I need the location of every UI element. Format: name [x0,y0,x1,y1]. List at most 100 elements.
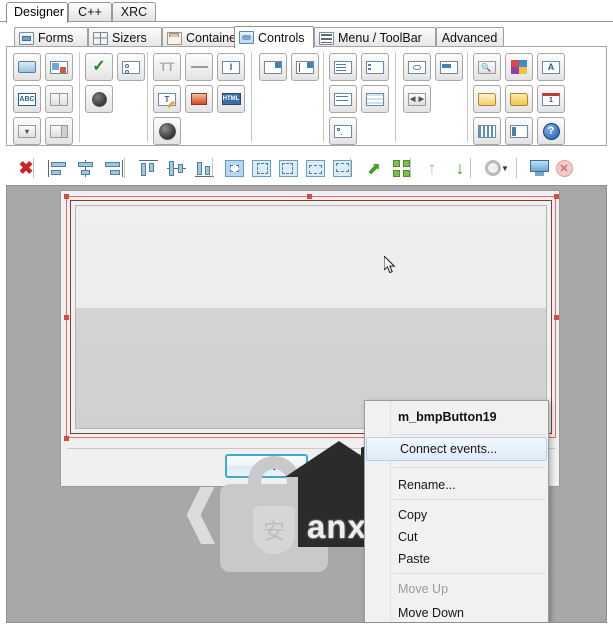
context-menu-item-label: Rename... [398,478,456,492]
palette-wxFontPicker[interactable]: A [537,53,565,81]
editor-toolbar: ✖ ⬈ ↑ ↓ ▼ ✕ [0,152,613,185]
resize-handle-bottom-left[interactable] [64,436,69,441]
palette-wxGrid[interactable] [361,85,389,113]
palette-wxFilePicker[interactable] [473,85,501,113]
palette-wxSearchCtrl[interactable]: 🔍 [473,53,501,81]
stop-red-icon: ✕ [555,159,573,177]
combo-icon [264,60,282,74]
design-canvas[interactable]: ❰❱❰❱ OK Cancel [6,185,607,623]
context-menu-item-rename[interactable]: Rename... [365,473,548,497]
resize-handle-top-right[interactable] [554,194,559,199]
resize-handle-top-left[interactable] [64,194,69,199]
palette-wxToggleButton[interactable] [45,85,73,113]
resize-handle-right[interactable] [554,315,559,320]
toolbar-border-left[interactable] [249,156,273,180]
palette-group-picker-controls: 🔍 A 1 ? [467,49,579,145]
context-menu-divider [393,434,545,435]
palette-wxSpinCtrl[interactable]: ▾ [13,117,41,145]
tab-advanced[interactable]: Advanced [436,27,504,48]
border-bottom-icon [332,159,352,177]
toolbar-align-left[interactable] [45,156,69,180]
tab-controls[interactable]: Controls [234,26,314,48]
palette-wxRichTextCtrl[interactable]: T [153,85,181,113]
resize-handle-top[interactable] [307,194,312,199]
palette-wxCheckListBox[interactable] [361,53,389,81]
HTML-icon: HTML [221,93,241,105]
palette-wxTextCtrl[interactable]: I [217,53,245,81]
toolbar-align-center-vertical[interactable] [164,156,188,180]
colour-icon [511,60,527,74]
palette-wxDatePicker[interactable]: 1 [537,85,565,113]
ok-button[interactable]: OK [225,454,308,478]
toolbar-align-top[interactable] [136,156,160,180]
palette-wxStaticBitmap[interactable] [153,117,181,145]
palette-wxDirPicker[interactable] [505,85,533,113]
textbox-icon: I [222,60,240,74]
palette-wxStaticTextDisabled[interactable]: TT [153,53,181,81]
toolbar-separator [516,158,517,178]
palette-wxComboBox[interactable] [259,53,287,81]
palette-wxGauge[interactable] [435,53,463,81]
palette-wxHelpButton[interactable]: ? [537,117,565,145]
toolbar-settings-dropdown[interactable]: ▼ [499,156,511,180]
tab-xrc[interactable]: XRC [112,2,156,22]
palette-wxStaticText[interactable]: ABC [13,85,41,113]
grad-icon [191,93,207,105]
tab-cpp[interactable]: C++ [68,2,112,22]
palette-wxPropertyGrid[interactable] [505,117,533,145]
palette-wxGradient[interactable] [185,85,213,113]
toolbar-border-top[interactable] [303,156,327,180]
palette-wxTreeCtrl[interactable] [329,117,357,145]
scroll-icon: ◀ ▶ [408,92,426,106]
palette-group-combo-choice [251,49,324,145]
tree-icon [334,124,352,138]
toolbar-border-all[interactable] [222,156,246,180]
tab-forms[interactable]: Forms [14,27,88,48]
toolbar-align-center-horizontal[interactable] [73,156,97,180]
context-menu-item-label: Copy [398,508,428,522]
palette-wxColourPicker[interactable] [505,53,533,81]
tab-designer[interactable]: Designer [6,2,68,23]
tab-menu-toolbar[interactable]: Menu / ToolBar [314,27,436,48]
context-menu-item-connect-events[interactable]: Connect events... [366,437,547,461]
context-menu[interactable]: m_bmpButton19 Connect events... Rename..… [364,400,549,622]
palette-wxSplitter[interactable] [45,117,73,145]
listbox-icon [334,60,352,74]
window-frame-left [0,46,6,629]
palette-wxChoice[interactable] [291,53,319,81]
palette-wxCheckBox[interactable]: ✓ [85,53,113,81]
context-menu-item-cut[interactable]: Cut [365,525,548,549]
align-right-icon [104,159,123,177]
resize-handle-left[interactable] [64,315,69,320]
toolbar-preview-form[interactable] [527,156,551,180]
palette-wxListCtrl[interactable] [329,85,357,113]
context-menu-item-move-down[interactable]: Move Down [365,601,548,622]
palette-wxScrollBar[interactable]: ◀ ▶ [403,85,431,113]
palette-wxStaticLine[interactable] [185,53,213,81]
palette-wxStatusBar[interactable] [403,53,431,81]
tab-controls-label: Controls [258,30,305,45]
context-menu-item-paste[interactable]: Paste [365,547,548,571]
palette-wxRadioBox[interactable] [117,53,145,81]
controls-icon [239,31,254,44]
chklist-icon [366,60,384,74]
toolbar-move-up[interactable]: ↑ [420,156,444,180]
palette-wxButton[interactable] [13,53,41,81]
toolbar-move-down[interactable]: ↓ [448,156,472,180]
palette-wxListBox[interactable] [329,53,357,81]
palette-wxBitmapButton[interactable] [45,53,73,81]
dialog-panel-surface[interactable] [75,205,547,429]
tab-sizers[interactable]: Sizers [88,27,162,48]
palette-wxCalendarCtrl[interactable] [473,117,501,145]
toolbar-border-right[interactable] [276,156,300,180]
palette-wxHtmlWindow[interactable]: HTML [217,85,245,113]
context-menu-item-copy[interactable]: Copy [365,503,548,527]
context-menu-title: m_bmpButton19 [398,410,497,424]
toolbar-stop-preview[interactable]: ✕ [552,156,576,180]
toggle-icon [50,92,68,106]
toolbar-delete-object[interactable]: ✖ [14,156,38,180]
toolbar-expand-sizer[interactable]: ⬈ [362,156,386,180]
toolbar-align-right[interactable] [101,156,125,180]
ok-button-label: OK [257,459,276,473]
palette-wxRadioButton[interactable] [85,85,113,113]
